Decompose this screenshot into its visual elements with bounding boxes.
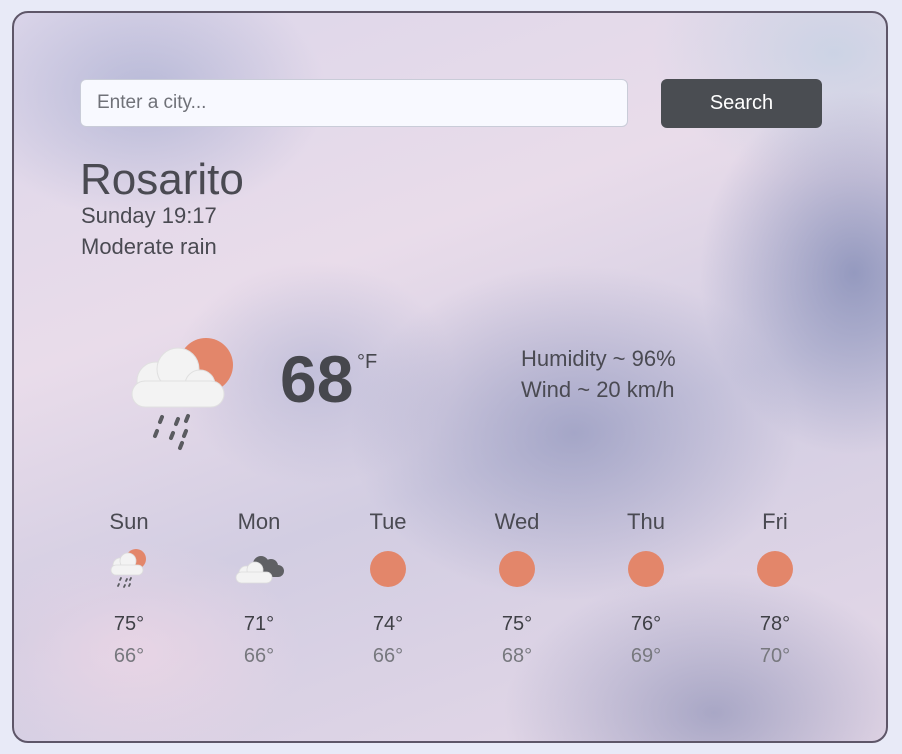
sun-icon — [757, 551, 793, 587]
forecast-high: 74° — [372, 613, 404, 635]
forecast-day-name: Wed — [494, 509, 540, 534]
forecast-day-name: Sun — [109, 509, 149, 534]
forecast-low: 66° — [372, 645, 404, 667]
wind-value: Wind ~ 20 km/h — [521, 377, 675, 402]
forecast-day-name: Mon — [237, 509, 281, 534]
sun-icon — [370, 551, 406, 587]
forecast-low: 66° — [243, 645, 275, 667]
forecast-low: 69° — [630, 645, 662, 667]
forecast-high: 71° — [243, 613, 275, 635]
forecast-day-name: Tue — [369, 509, 407, 534]
forecast-low: 70° — [759, 645, 791, 667]
city-name: Rosarito — [80, 155, 244, 204]
forecast-low: 68° — [501, 645, 533, 667]
forecast-day: Tue 74° 66° — [323, 507, 453, 669]
forecast-row: Sun 75° 66° Mon 71° 66° Tue 74° 66° Wed … — [64, 507, 864, 677]
city-search-input[interactable] — [80, 79, 628, 127]
sun-cloud-rain-icon — [126, 335, 238, 456]
forecast-high: 78° — [759, 613, 791, 635]
forecast-day: Sun 75° 66° — [64, 507, 194, 669]
forecast-day: Fri 78° 70° — [710, 507, 840, 669]
forecast-day-name: Thu — [627, 509, 665, 534]
sun-icon — [628, 551, 664, 587]
cloudy-icon — [235, 556, 284, 584]
current-temperature: 68 — [280, 342, 354, 416]
sun-icon — [499, 551, 535, 587]
forecast-low: 66° — [113, 645, 145, 667]
forecast-high: 76° — [630, 613, 662, 635]
sun-cloud-rain-icon — [110, 549, 146, 588]
weather-condition: Moderate rain — [81, 234, 217, 259]
search-button[interactable]: Search — [661, 79, 822, 128]
humidity-value: Humidity ~ 96% — [521, 346, 676, 371]
forecast-day-name: Fri — [762, 509, 788, 534]
forecast-high: 75° — [113, 613, 145, 635]
forecast-day: Mon 71° 66° — [194, 507, 324, 669]
forecast-day: Wed 75° 68° — [452, 507, 582, 669]
forecast-high: 75° — [501, 613, 533, 635]
temperature-unit: °F — [357, 351, 378, 373]
forecast-day: Thu 76° 69° — [581, 507, 711, 669]
weather-card: Search Rosarito Sunday 19:17 Moderate ra… — [12, 11, 888, 743]
current-datetime: Sunday 19:17 — [81, 203, 217, 228]
